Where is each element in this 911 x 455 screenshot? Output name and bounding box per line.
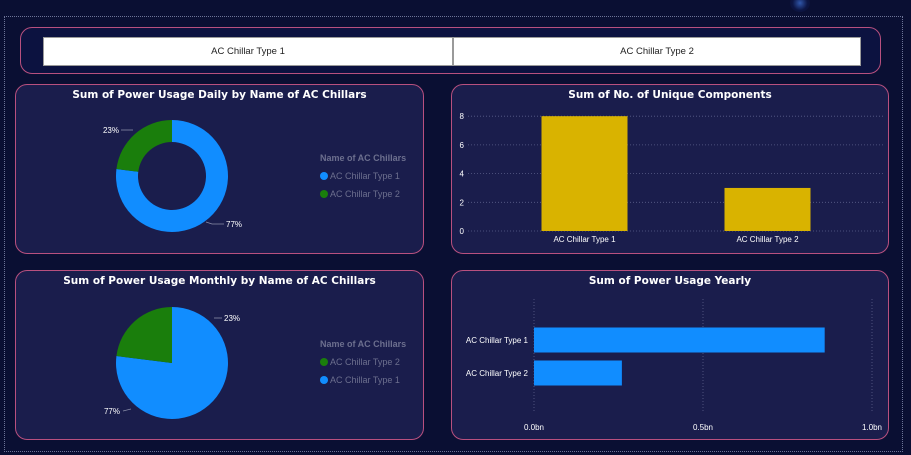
legend-dot-icon bbox=[320, 376, 328, 384]
slicer-item-type1[interactable]: AC Chillar Type 1 bbox=[43, 37, 453, 66]
y-tick-label: 0 bbox=[460, 227, 465, 236]
x-tick-label: AC Chillar Type 2 bbox=[736, 235, 799, 244]
x-tick-label: 0.5bn bbox=[693, 423, 713, 432]
bar-ac-chillar-type-2[interactable] bbox=[534, 360, 622, 386]
daily-legend: Name of AC Chillars AC Chillar Type 1 AC… bbox=[320, 153, 406, 203]
daily-leader-type1 bbox=[205, 221, 224, 225]
bar-ac-chillar-type-1[interactable] bbox=[541, 116, 628, 231]
daily-power-card: Sum of Power Usage Daily by Name of AC C… bbox=[15, 84, 424, 254]
daily-legend-item-type2[interactable]: AC Chillar Type 2 bbox=[320, 185, 406, 203]
legend-dot-icon bbox=[320, 190, 328, 198]
monthly-legend-item-type2[interactable]: AC Chillar Type 2 bbox=[320, 353, 406, 371]
daily-legend-item-type1[interactable]: AC Chillar Type 1 bbox=[320, 167, 406, 185]
monthly-leader-type1 bbox=[122, 408, 132, 412]
donut-slice-ac-chillar-type-2[interactable] bbox=[116, 120, 172, 172]
legend-dot-icon bbox=[320, 172, 328, 180]
daily-label-type2: 23% bbox=[103, 126, 119, 135]
monthly-label-type2: 23% bbox=[224, 314, 240, 323]
monthly-legend: Name of AC Chillars AC Chillar Type 2 AC… bbox=[320, 339, 406, 389]
yearly-bar-chart: 0.0bn 0.5bn 1.0bn AC Chillar Type 1 AC Chill… bbox=[466, 299, 882, 432]
y-tick-label: AC Chillar Type 2 bbox=[466, 369, 529, 378]
chiller-slicer: AC Chillar Type 1 AC Chillar Type 2 bbox=[20, 27, 881, 74]
slicer-item-type2[interactable]: AC Chillar Type 2 bbox=[453, 37, 861, 66]
background-glow bbox=[790, 0, 810, 12]
bar-ac-chillar-type-1[interactable] bbox=[534, 327, 825, 353]
x-tick-label: 0.0bn bbox=[524, 423, 544, 432]
y-tick-label: 8 bbox=[460, 112, 465, 121]
bar-ac-chillar-type-2[interactable] bbox=[724, 187, 811, 231]
monthly-legend-title: Name of AC Chillars bbox=[320, 339, 407, 349]
pie-slice-ac-chillar-type-2[interactable] bbox=[116, 307, 172, 363]
y-tick-label: AC Chillar Type 1 bbox=[466, 336, 529, 345]
daily-label-type1: 77% bbox=[226, 220, 242, 229]
monthly-power-card: Sum of Power Usage Monthly by Name of AC… bbox=[15, 270, 424, 440]
monthly-legend-item-type1[interactable]: AC Chillar Type 1 bbox=[320, 371, 406, 389]
y-tick-label: 6 bbox=[460, 141, 465, 150]
daily-legend-title: Name of AC Chillars bbox=[320, 153, 407, 163]
y-tick-label: 4 bbox=[460, 170, 465, 179]
legend-label: AC Chillar Type 2 bbox=[330, 189, 400, 199]
components-bar-chart: 0 2 4 6 8 AC Chillar Type 1 AC Chillar Type 2 bbox=[460, 112, 884, 244]
y-tick-label: 2 bbox=[460, 198, 465, 207]
yearly-power-card: Sum of Power Usage Yearly 0.0bn 0.5bn 1.0b… bbox=[451, 270, 889, 440]
monthly-label-type1: 77% bbox=[104, 407, 120, 416]
components-card: Sum of No. of Unique Components 0 2 4 6 8 AC … bbox=[451, 84, 889, 254]
legend-label: AC Chillar Type 1 bbox=[330, 171, 400, 181]
x-tick-label: 1.0bn bbox=[862, 423, 882, 432]
x-tick-label: AC Chillar Type 1 bbox=[553, 235, 616, 244]
legend-label: AC Chillar Type 2 bbox=[330, 357, 400, 367]
legend-label: AC Chillar Type 1 bbox=[330, 375, 400, 385]
legend-dot-icon bbox=[320, 358, 328, 366]
